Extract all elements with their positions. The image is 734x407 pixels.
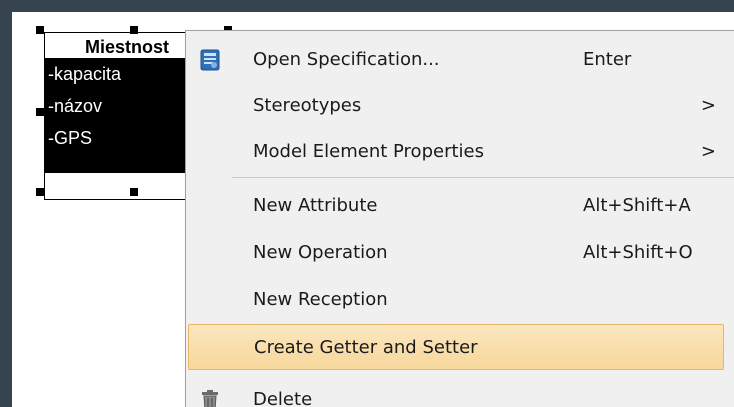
menu-item-label: Stereotypes xyxy=(253,95,362,116)
specification-icon xyxy=(200,49,220,71)
resize-handle-s[interactable] xyxy=(130,188,138,196)
menu-item-shortcut: Enter xyxy=(583,49,632,70)
menu-item-label: New Operation xyxy=(253,242,388,263)
resize-handle-nw[interactable] xyxy=(36,26,44,34)
menu-item-create-getter-and-setter[interactable]: Create Getter and Setter xyxy=(188,324,724,370)
menu-item-shortcut: Alt+Shift+O xyxy=(583,242,693,263)
menu-item-stereotypes[interactable]: Stereotypes > xyxy=(186,83,730,129)
resize-handle-sw[interactable] xyxy=(36,188,44,196)
menu-item-new-operation[interactable]: New Operation Alt+Shift+O xyxy=(186,230,730,276)
menu-item-new-attribute[interactable]: New Attribute Alt+Shift+A xyxy=(186,183,730,229)
menu-separator xyxy=(232,177,734,178)
menu-item-delete[interactable]: Delete xyxy=(186,377,730,407)
menu-item-label: New Reception xyxy=(253,289,388,310)
menu-item-new-reception[interactable]: New Reception xyxy=(186,277,730,323)
menu-item-label: Create Getter and Setter xyxy=(254,337,478,358)
menu-item-open-specification[interactable]: Open Specification... Enter xyxy=(186,37,730,83)
menu-item-model-element-properties[interactable]: Model Element Properties > xyxy=(186,129,730,175)
context-menu[interactable]: Open Specification... Enter Stereotypes … xyxy=(185,30,734,407)
submenu-arrow-icon: > xyxy=(700,141,716,162)
resize-handle-n[interactable] xyxy=(130,26,138,34)
menu-item-shortcut: Alt+Shift+A xyxy=(583,195,691,216)
menu-item-label: Model Element Properties xyxy=(253,141,484,162)
menu-item-label: Open Specification... xyxy=(253,49,440,70)
submenu-arrow-icon: > xyxy=(700,95,716,116)
resize-handle-w[interactable] xyxy=(36,108,44,116)
menu-item-label: Delete xyxy=(253,389,313,407)
menu-item-label: New Attribute xyxy=(253,195,378,216)
trash-icon xyxy=(200,389,220,407)
